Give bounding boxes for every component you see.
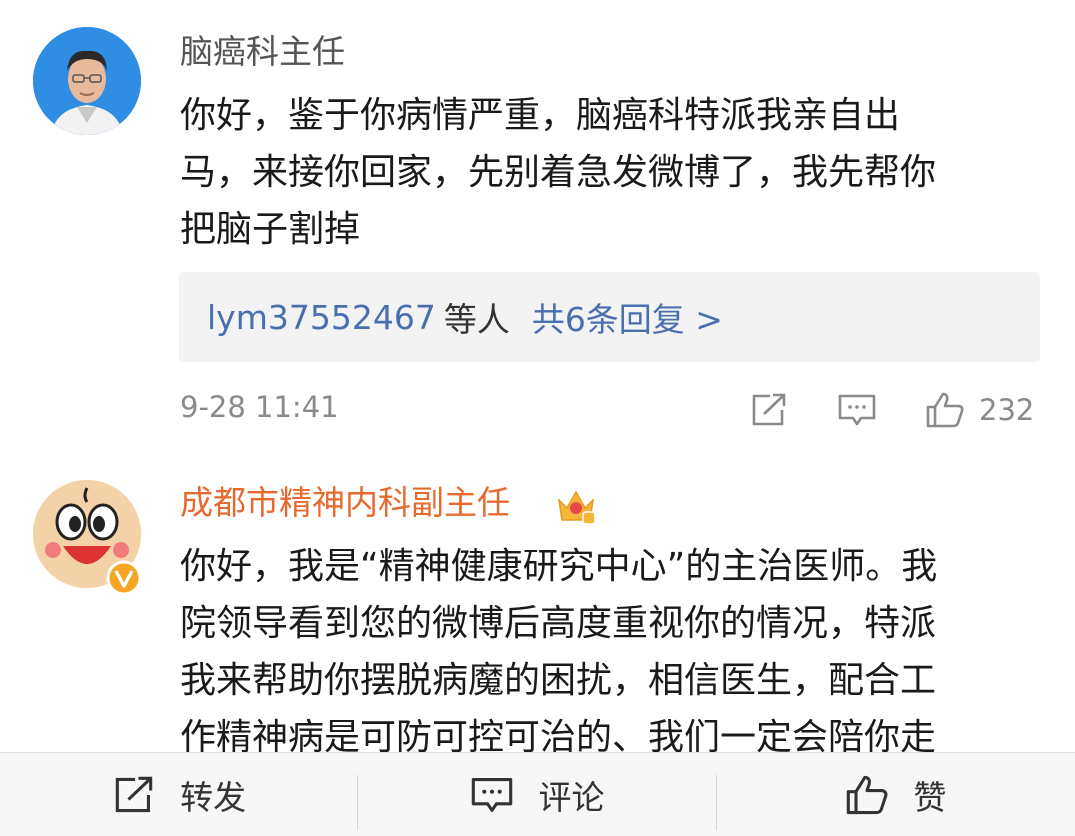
comment-text-line: 院领导看到您的微博后高度重视你的情况，特派 (180, 603, 937, 644)
replies-preview[interactable]: lym37552467 等人 共6条回复 > (179, 272, 1040, 362)
divider (716, 775, 717, 830)
like-label: 赞 (913, 777, 947, 817)
comment-timestamp: 9-28 11:41 (180, 390, 339, 424)
bottom-action-bar: 转发 评论 赞 (0, 752, 1075, 836)
repost-button[interactable]: 转发 (0, 753, 358, 836)
repost-action[interactable] (750, 390, 788, 430)
comment-text: 你好，鉴于你病情严重，脑癌科特派我亲自出 马，来接你回家，先别着急发微博了，我先… (180, 87, 1040, 258)
thumbs-up-icon (926, 392, 964, 428)
view-replies-link[interactable]: 共6条回复 > (532, 293, 723, 341)
like-count: 232 (979, 393, 1035, 427)
crown-badge-icon (557, 490, 596, 525)
reply-users-link[interactable]: lym37552467 (207, 298, 436, 337)
comment-action[interactable] (837, 390, 877, 430)
verified-v-icon (106, 560, 142, 596)
avatar[interactable] (33, 27, 141, 135)
like-action[interactable]: 232 (925, 390, 1034, 430)
share-icon (752, 393, 786, 426)
comment-text-line: 你好，鉴于你病情严重，脑癌科特派我亲自出 (180, 95, 901, 136)
repost-label: 转发 (180, 777, 247, 817)
avatar-portrait-icon (33, 27, 141, 135)
like-button[interactable]: 赞 (717, 753, 1075, 836)
comment-username[interactable]: 脑癌科主任 (180, 32, 345, 72)
share-icon (115, 776, 153, 812)
comment-text-line: 你好，我是“精神健康研究中心”的主治医师。我 (180, 546, 938, 587)
comment-text: 你好，我是“精神健康研究中心”的主治医师。我 院领导看到您的微博后高度重视你的情… (180, 538, 1040, 766)
comment-button[interactable]: 评论 (358, 753, 716, 836)
comment-text-line: 马，来接你回家，先别着急发微博了，我先帮你 (180, 152, 937, 193)
divider (357, 775, 358, 830)
comment-label: 评论 (538, 777, 605, 817)
thumbs-up-icon (847, 775, 888, 814)
reply-users-suffix: 等人 (443, 300, 510, 339)
comment-text-line: 把脑子割掉 (180, 209, 361, 250)
comment-item: 脑癌科主任 你好，鉴于你病情严重，脑癌科特派我亲自出 马，来接你回家，先别着急发… (0, 0, 1075, 460)
comment-username[interactable]: 成都市精神内科副主任 (180, 483, 510, 523)
comment-icon (472, 777, 513, 812)
comment-text-line: 我来帮助你摆脱病魔的困扰，相信医生，配合工 (180, 660, 937, 701)
comment-meta: 9-28 11:41 232 (180, 390, 1040, 430)
comment-icon (838, 394, 876, 426)
comment-item: 成都市精神内科副主任 你好，我是“精神健康研究中心”的主治医师。我 院领导看到您… (0, 460, 1075, 760)
